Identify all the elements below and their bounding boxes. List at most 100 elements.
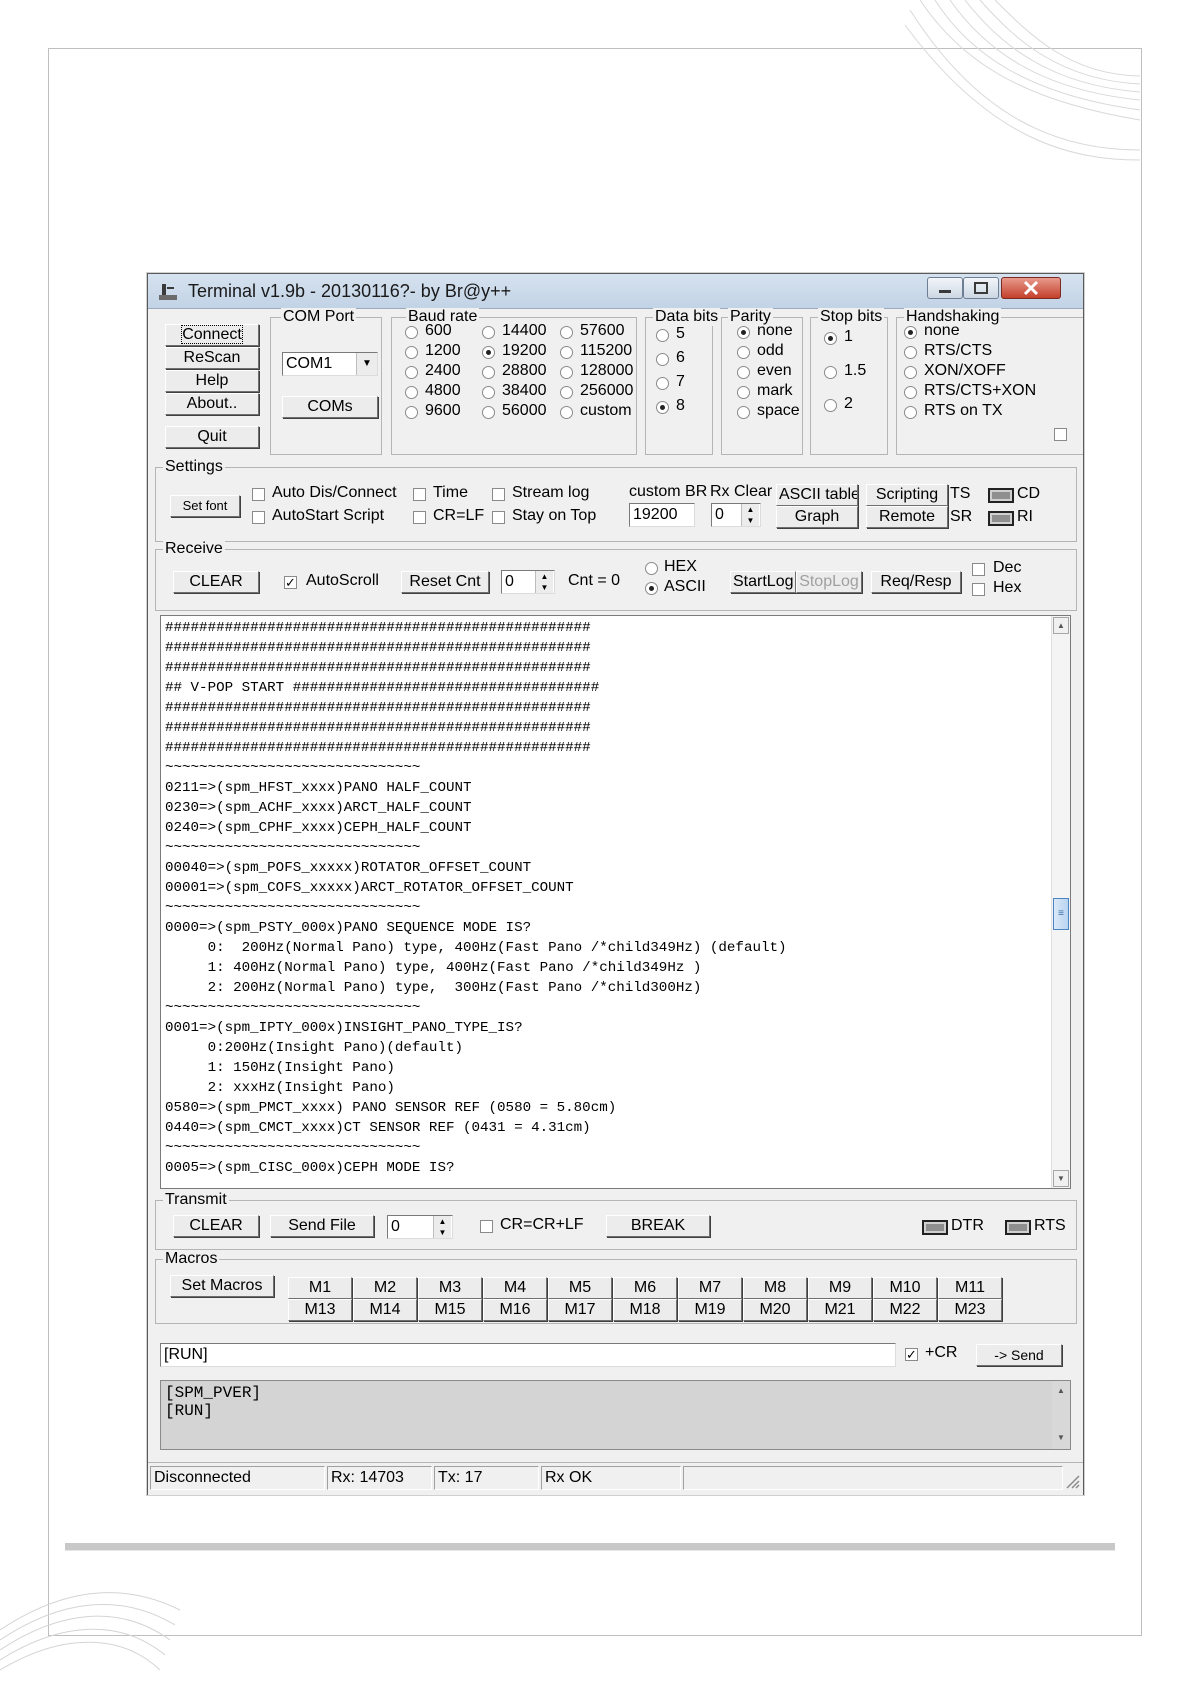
reset-cnt-button[interactable]: Reset Cnt (401, 571, 489, 593)
cr-lf-checkbox[interactable] (413, 511, 426, 524)
graph-button[interactable]: Graph (776, 506, 858, 528)
spin-arrows-icon[interactable]: ▲ ▼ (433, 1216, 451, 1238)
receive-clear-button[interactable]: CLEAR (173, 571, 259, 593)
break-button[interactable]: BREAK (606, 1215, 710, 1237)
radio-hs-radios-4[interactable] (904, 406, 917, 419)
chevron-down-icon[interactable]: ▼ (356, 353, 377, 375)
quit-button[interactable]: Quit (165, 426, 259, 448)
close-button[interactable] (1001, 277, 1061, 299)
radio-baud-radios-1[interactable] (405, 346, 418, 359)
time-checkbox[interactable] (413, 488, 426, 501)
radio-databits-radios-2[interactable] (656, 377, 669, 390)
connect-button[interactable]: Connect (165, 324, 259, 346)
cr-crlf-checkbox[interactable] (480, 1220, 493, 1233)
send-file-button[interactable]: Send File (270, 1215, 374, 1237)
macro-button-m5[interactable]: M5 (548, 1277, 612, 1299)
macro-button-m13[interactable]: M13 (288, 1299, 352, 1321)
send-input[interactable]: [RUN] (160, 1343, 896, 1367)
scripting-button[interactable]: Scripting (866, 484, 948, 506)
autoscroll-checkbox[interactable]: ✓ (284, 576, 297, 589)
set-font-button[interactable]: Set font (170, 495, 240, 517)
macro-button-m18[interactable]: M18 (613, 1299, 677, 1321)
macro-button-m15[interactable]: M15 (418, 1299, 482, 1321)
radio-baud-radios-6[interactable] (482, 346, 495, 359)
scroll-thumb[interactable]: ≡ (1053, 898, 1069, 930)
macro-button-m22[interactable]: M22 (873, 1299, 937, 1321)
history-scrollbar[interactable]: ▲ ▼ (1052, 1381, 1070, 1449)
rts-indicator[interactable] (1005, 1220, 1031, 1235)
radio-hs-radios-2[interactable] (904, 366, 917, 379)
hex-radio[interactable] (645, 562, 658, 575)
command-history[interactable]: [SPM_PVER] [RUN] ▲ ▼ (160, 1380, 1071, 1450)
stream-log-checkbox[interactable] (492, 488, 505, 501)
transmit-stepper[interactable]: 0 ▲ ▼ (387, 1215, 453, 1239)
help-button[interactable]: Help (165, 370, 259, 392)
macro-button-m20[interactable]: M20 (743, 1299, 807, 1321)
maximize-button[interactable] (963, 277, 999, 299)
radio-databits-radios-0[interactable] (656, 329, 669, 342)
ascii-radio[interactable] (645, 582, 658, 595)
scroll-up-icon[interactable]: ▲ (1053, 617, 1069, 634)
dtr-indicator[interactable] (922, 1220, 948, 1235)
dec-checkbox[interactable] (972, 563, 985, 576)
spin-arrows-icon[interactable]: ▲ ▼ (741, 504, 759, 526)
macro-button-m8[interactable]: M8 (743, 1277, 807, 1299)
macro-button-m16[interactable]: M16 (483, 1299, 547, 1321)
scroll-down-icon[interactable]: ▼ (1053, 1430, 1069, 1447)
scroll-down-icon[interactable]: ▼ (1053, 1170, 1069, 1187)
title-bar[interactable]: Terminal v1.9b - 20130116?- by Br@y++ (148, 274, 1083, 309)
resize-grip-icon[interactable] (1064, 1473, 1080, 1489)
radio-baud-radios-12[interactable] (560, 366, 573, 379)
req-resp-button[interactable]: Req/Resp (871, 571, 961, 593)
radio-stopbits-radios-1[interactable] (824, 366, 837, 379)
radio-databits-radios-3[interactable] (656, 401, 669, 414)
radio-baud-radios-4[interactable] (405, 406, 418, 419)
stay-on-top-checkbox[interactable] (492, 511, 505, 524)
transmit-clear-button[interactable]: CLEAR (173, 1215, 259, 1237)
radio-baud-radios-11[interactable] (560, 346, 573, 359)
receive-output-area[interactable]: ########################################… (160, 615, 1071, 1189)
receive-scrollbar[interactable]: ▲ ≡ ▼ (1051, 616, 1070, 1188)
radio-baud-radios-9[interactable] (482, 406, 495, 419)
autostart-script-checkbox[interactable] (252, 511, 265, 524)
radio-baud-radios-7[interactable] (482, 366, 495, 379)
plus-cr-checkbox[interactable]: ✓ (905, 1348, 918, 1361)
send-button[interactable]: -> Send (976, 1344, 1062, 1366)
rescan-button[interactable]: ReScan (165, 347, 259, 369)
remote-button[interactable]: Remote (866, 506, 948, 528)
cnt-stepper[interactable]: 0 ▲ ▼ (501, 570, 555, 594)
radio-baud-radios-0[interactable] (405, 326, 418, 339)
radio-databits-radios-1[interactable] (656, 353, 669, 366)
rts-on-tx-checkbox[interactable] (1054, 428, 1067, 441)
macro-button-m21[interactable]: M21 (808, 1299, 872, 1321)
custom-br-input[interactable]: 19200 (629, 503, 695, 527)
radio-baud-radios-13[interactable] (560, 386, 573, 399)
macro-button-m2[interactable]: M2 (353, 1277, 417, 1299)
macro-button-m14[interactable]: M14 (353, 1299, 417, 1321)
radio-baud-radios-5[interactable] (482, 326, 495, 339)
rx-clear-stepper[interactable]: 0 ▲ ▼ (711, 503, 761, 527)
set-macros-button[interactable]: Set Macros (170, 1275, 274, 1297)
macro-button-m19[interactable]: M19 (678, 1299, 742, 1321)
radio-hs-radios-1[interactable] (904, 346, 917, 359)
radio-stopbits-radios-2[interactable] (824, 399, 837, 412)
ascii-table-button[interactable]: ASCII table (776, 484, 858, 506)
macro-button-m4[interactable]: M4 (483, 1277, 547, 1299)
radio-baud-radios-10[interactable] (560, 326, 573, 339)
radio-baud-radios-2[interactable] (405, 366, 418, 379)
radio-parity-radios-2[interactable] (737, 366, 750, 379)
radio-stopbits-radios-0[interactable] (824, 332, 837, 345)
macro-button-m11[interactable]: M11 (938, 1277, 1002, 1299)
macro-button-m6[interactable]: M6 (613, 1277, 677, 1299)
macro-button-m1[interactable]: M1 (288, 1277, 352, 1299)
coms-button[interactable]: COMs (282, 396, 378, 418)
about-button[interactable]: About.. (165, 393, 259, 415)
radio-parity-radios-4[interactable] (737, 406, 750, 419)
radio-hs-radios-0[interactable] (904, 326, 917, 339)
macro-button-m7[interactable]: M7 (678, 1277, 742, 1299)
macro-button-m3[interactable]: M3 (418, 1277, 482, 1299)
radio-baud-radios-14[interactable] (560, 406, 573, 419)
minimize-button[interactable] (927, 277, 963, 299)
stoplog-button[interactable]: StopLog (796, 571, 862, 593)
radio-hs-radios-3[interactable] (904, 386, 917, 399)
